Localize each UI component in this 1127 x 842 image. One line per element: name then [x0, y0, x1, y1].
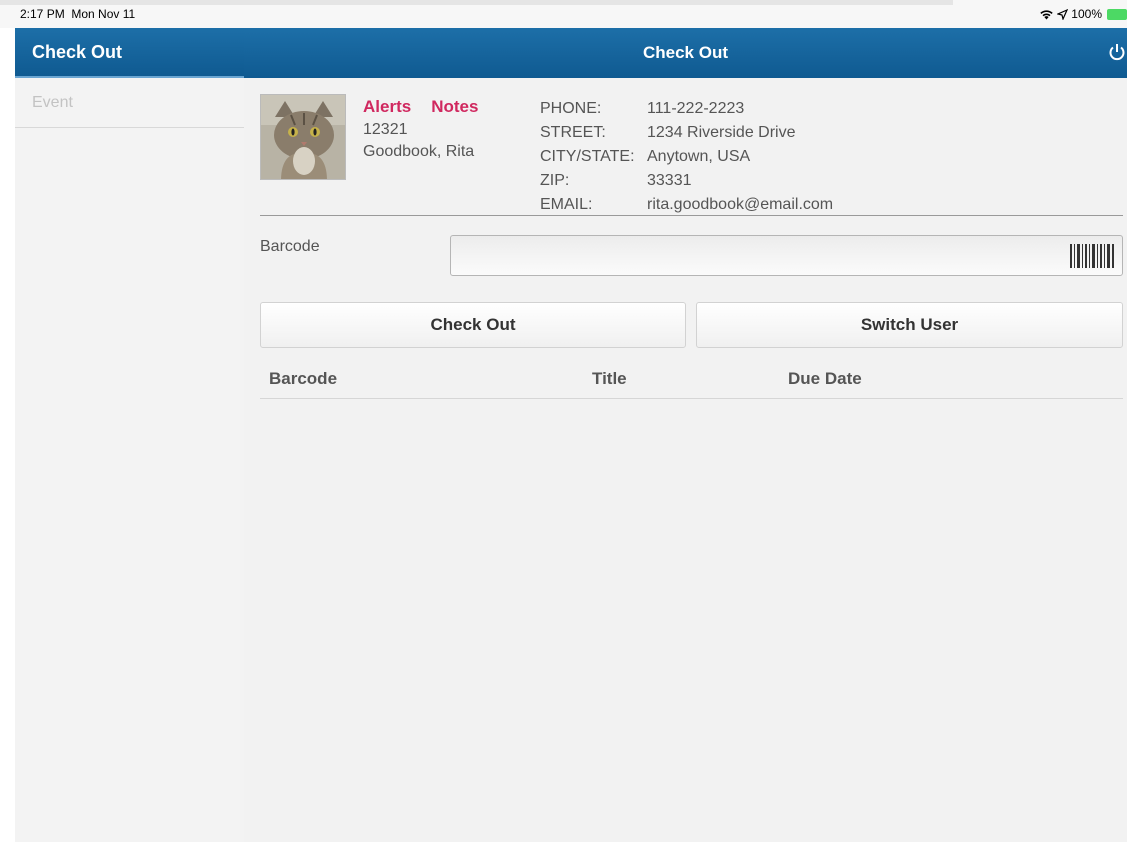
status-bar: 2:17 PM Mon Nov 11 100%: [0, 0, 1127, 28]
location-icon: [1057, 8, 1069, 20]
contact-value: rita.goodbook@email.com: [647, 196, 834, 213]
cat-photo-icon: [261, 95, 345, 179]
main-content: Alerts Notes 12321 Goodbook, Rita PHONE: 1…: [244, 78, 1127, 842]
status-time: 2:17 PM: [20, 7, 65, 21]
sidebar: Check Out Event: [15, 28, 244, 842]
alerts-link[interactable]: Alerts: [363, 97, 411, 116]
patron-name: Goodbook, Rita: [363, 143, 475, 160]
status-indicators: 100%: [1039, 7, 1127, 21]
sidebar-item-event[interactable]: Event: [15, 78, 244, 128]
sidebar-item-check-out[interactable]: Check Out: [15, 28, 244, 78]
column-header-title[interactable]: Title: [592, 369, 627, 389]
battery-percent: 100%: [1071, 7, 1102, 21]
power-icon[interactable]: [1107, 42, 1127, 62]
page-title: Check Out: [642, 43, 729, 62]
barcode-input[interactable]: [450, 235, 1123, 276]
contact-key: CITY/STATE:: [540, 148, 635, 165]
patron-links: Alerts Notes: [363, 97, 498, 117]
contact-value: Anytown, USA: [647, 148, 751, 165]
barcode-scan-icon[interactable]: [1070, 244, 1114, 268]
contact-key: STREET:: [540, 124, 606, 141]
contact-key: EMAIL:: [540, 196, 593, 213]
sidebar-item-label: Event: [32, 93, 73, 111]
battery-icon: [1107, 8, 1127, 20]
column-header-barcode[interactable]: Barcode: [269, 369, 337, 389]
contact-key: ZIP:: [540, 172, 570, 189]
checkout-items-list: [244, 400, 1127, 842]
divider: [260, 215, 1123, 216]
contact-row-city-state: CITY/STATE: Anytown, USA: [540, 145, 833, 169]
patron-id: 12321: [363, 121, 408, 138]
sidebar-edge: [0, 400, 15, 842]
contact-info: PHONE: 111-222-2223 STREET: 1234 Riverside…: [540, 97, 833, 217]
contact-row-zip: ZIP: 33331: [540, 169, 833, 193]
main-header: Check Out: [244, 28, 1127, 78]
status-date: Mon Nov 11: [71, 7, 136, 21]
contact-row-phone: PHONE: 111-222-2223: [540, 97, 833, 121]
switch-user-button[interactable]: Switch User: [696, 302, 1123, 348]
notes-link[interactable]: Notes: [431, 97, 478, 116]
contact-row-email: EMAIL: rita.goodbook@email.com: [540, 193, 833, 217]
table-header: Barcode Title Due Date: [260, 358, 1123, 399]
column-header-due-date[interactable]: Due Date: [788, 369, 862, 389]
status-top-strip: [0, 0, 953, 5]
contact-value: 33331: [647, 172, 692, 189]
patron-photo: [260, 94, 346, 180]
check-out-button[interactable]: Check Out: [260, 302, 686, 348]
barcode-label: Barcode: [260, 238, 320, 255]
contact-key: PHONE:: [540, 100, 602, 117]
contact-value: 1234 Riverside Drive: [647, 124, 796, 141]
contact-row-street: STREET: 1234 Riverside Drive: [540, 121, 833, 145]
contact-value: 111-222-2223: [647, 100, 745, 117]
wifi-icon: [1039, 9, 1054, 20]
status-datetime: 2:17 PM Mon Nov 11: [20, 7, 135, 21]
